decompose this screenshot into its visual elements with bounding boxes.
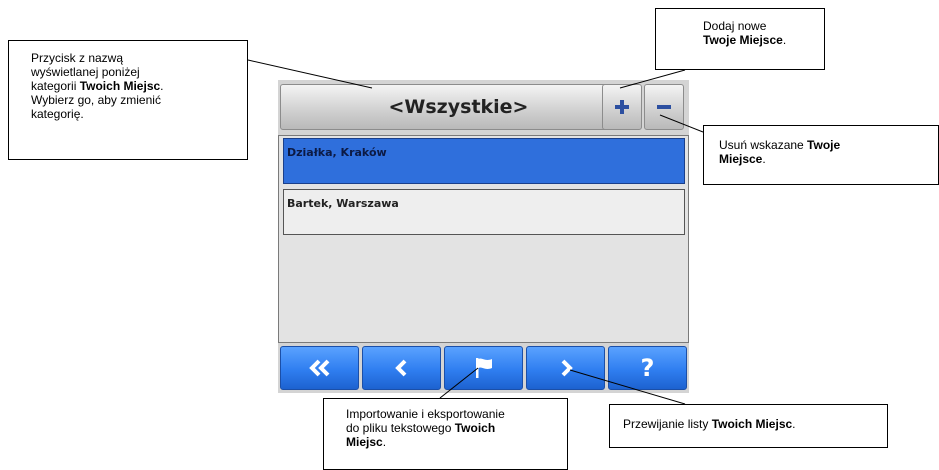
previous-page-button[interactable]: [362, 346, 441, 390]
category-button-label: <Wszystkie>: [388, 96, 529, 118]
chevron-right-icon: [561, 359, 573, 377]
add-callout: Dodaj nowe Twoje Miejsce.: [655, 8, 825, 70]
my-places-screen: <Wszystkie> Działka, Kraków Bartek, Wars…: [278, 80, 689, 393]
callout-text-bold: Twoich Miejsc: [79, 79, 161, 93]
list-item-label: Działka, Kraków: [287, 146, 387, 159]
callout-text-part: Usuń wskazane: [719, 138, 808, 152]
delete-place-button[interactable]: [644, 84, 684, 130]
callout-text-part: .: [160, 79, 164, 93]
callout-text-part: kategorii: [31, 79, 80, 93]
scroll-callout: Przewijanie listy Twoich Miejsc.: [609, 404, 888, 448]
callout-text-bold: Twoich: [454, 421, 496, 435]
next-page-button[interactable]: [526, 346, 605, 390]
callout-text: Miejsce.: [719, 152, 930, 166]
category-button[interactable]: <Wszystkie>: [280, 84, 637, 130]
double-chevron-left-icon: [308, 359, 329, 377]
plus-icon: [615, 100, 629, 114]
callout-text: Usuń wskazane Twoje: [719, 138, 930, 152]
bottom-toolbar: ?: [278, 346, 689, 393]
callout-text: wyświetlanej poniżej: [31, 65, 140, 79]
list-item[interactable]: Bartek, Warszawa: [283, 189, 685, 235]
callout-text-part: .: [792, 417, 796, 431]
import-export-callout: Importowanie i eksportowanie do pliku te…: [323, 398, 568, 470]
callout-text: kategorii Twoich Miejsc.: [31, 79, 237, 93]
callout-text-bold: Twoich Miejsc: [711, 417, 793, 431]
callout-text: Przewijanie listy Twoich Miejsc.: [623, 417, 881, 431]
callout-text: Twoje Miejsce.: [703, 33, 816, 47]
delete-callout: Usuń wskazane Twoje Miejsce.: [703, 125, 939, 185]
callout-text: Importowanie i eksportowanie: [346, 407, 505, 421]
flag-icon: [475, 358, 492, 378]
callout-text: Miejsc.: [346, 435, 561, 449]
callout-text-part: do pliku tekstowego: [346, 421, 455, 435]
callout-text: Dodaj nowe: [703, 19, 767, 33]
callout-text: Przycisk z nazwą: [31, 51, 124, 65]
first-page-button[interactable]: [280, 346, 359, 390]
callout-text-part: .: [382, 435, 387, 449]
minus-icon: [657, 105, 671, 109]
category-callout: Przycisk z nazwą wyświetlanej poniżej ka…: [8, 40, 248, 160]
places-list[interactable]: Działka, Kraków Bartek, Warszawa: [278, 135, 689, 343]
callout-text: do pliku tekstowego Twoich: [346, 421, 561, 435]
callout-text-bold: Twoje: [807, 138, 841, 152]
help-button[interactable]: ?: [608, 346, 687, 390]
callout-text-part: .: [762, 152, 766, 166]
callout-text-bold: Miejsc: [346, 435, 383, 449]
question-icon: ?: [640, 354, 655, 382]
chevron-left-icon: [394, 359, 406, 377]
callout-text-bold: Miejsce: [719, 152, 763, 166]
list-item-label: Bartek, Warszawa: [287, 197, 399, 210]
callout-text-bold: Twoje Miejsce: [703, 33, 783, 47]
callout-text-part: Przewijanie listy: [623, 417, 712, 431]
callout-text: kategorię.: [31, 107, 84, 121]
callout-text-part: .: [782, 33, 787, 47]
callout-text: Wybierz go, aby zmienić: [31, 93, 161, 107]
add-place-button[interactable]: [602, 84, 642, 130]
list-item[interactable]: Działka, Kraków: [283, 138, 685, 184]
import-export-button[interactable]: [444, 346, 523, 390]
